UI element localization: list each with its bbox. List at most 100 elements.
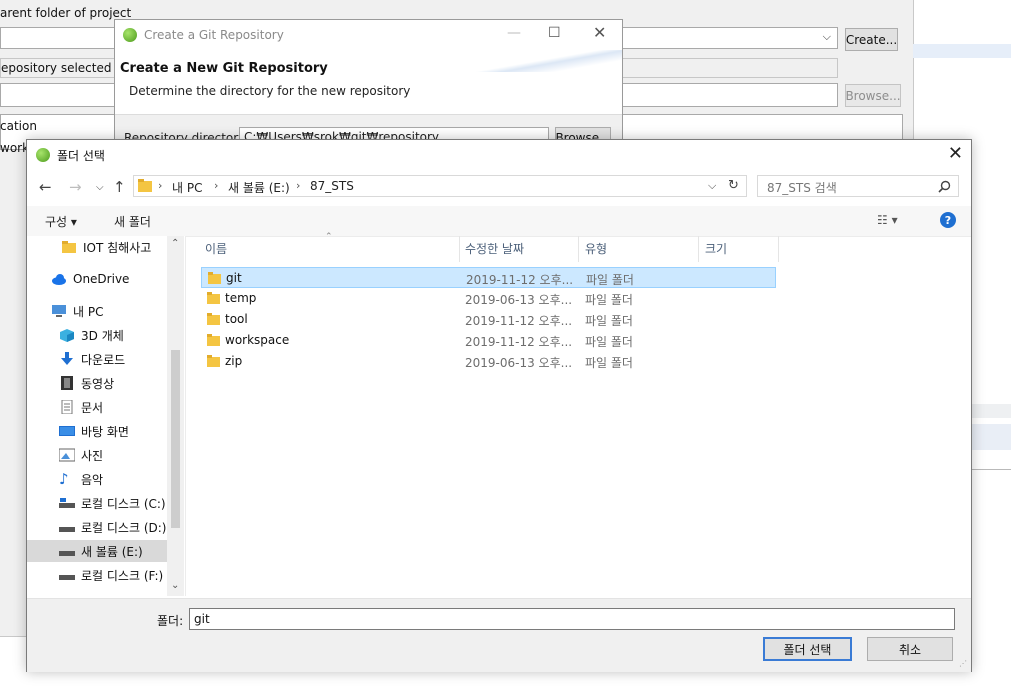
view-options-icon[interactable]: ☷ ▾ — [877, 213, 898, 227]
music-icon: ♪ — [59, 470, 69, 488]
breadcrumb-item[interactable]: 내 PC — [172, 179, 202, 196]
breadcrumb-separator: › — [214, 179, 219, 192]
drive-icon — [59, 498, 75, 508]
nav-item-label: 로컬 디스크 (C:) — [81, 496, 166, 511]
nav-item-label: 사진 — [81, 448, 104, 463]
column-divider[interactable] — [698, 236, 699, 262]
download-icon — [61, 352, 73, 365]
folder-icon — [207, 334, 220, 346]
search-icon[interactable] — [938, 180, 951, 193]
up-arrow-icon[interactable]: ↑ — [113, 178, 126, 196]
help-icon[interactable]: ? — [940, 212, 956, 228]
breadcrumb-item[interactable]: 87_STS — [310, 179, 354, 193]
back-arrow-icon[interactable]: ← — [39, 178, 52, 196]
nav-scroll-thumb[interactable] — [171, 350, 180, 528]
git-dialog-title: Create a Git Repository — [144, 28, 284, 42]
nav-item-label: 동영상 — [81, 376, 115, 391]
file-row-git[interactable]: git 2019-11-12 오후... 파일 폴더 — [201, 267, 776, 288]
file-date: 2019-11-12 오후... — [465, 314, 573, 328]
nav-item-drive-c[interactable]: 로컬 디스크 (C:) — [27, 492, 167, 514]
column-header-date[interactable]: 수정한 날짜 — [465, 240, 524, 257]
spring-logo-icon — [36, 148, 50, 162]
address-dropdown-icon[interactable]: ⌵ — [708, 179, 716, 193]
nav-item-iot[interactable]: IOT 침해사고 — [27, 236, 167, 258]
nav-item-documents[interactable]: 문서 — [27, 396, 167, 418]
nav-item-pictures[interactable]: 사진 — [27, 444, 167, 466]
picture-icon — [59, 448, 75, 462]
forward-arrow-icon[interactable]: → — [69, 178, 82, 196]
recent-dropdown-icon[interactable]: ⌵ — [96, 182, 104, 193]
file-date: 2019-11-12 오후... — [465, 335, 573, 349]
navigation-pane: IOT 침해사고 OneDrive 내 PC 3D 개체 다운로드 동영상 문서 — [27, 236, 185, 596]
chevron-down-icon: ⌵ — [822, 30, 831, 43]
column-header-size[interactable]: 크기 — [705, 240, 727, 257]
nav-item-label: 로컬 디스크 (D:) — [81, 520, 167, 535]
cancel-button[interactable]: 취소 — [867, 637, 953, 661]
breadcrumb-item[interactable]: 새 볼륨 (E:) — [228, 179, 290, 196]
column-divider[interactable] — [459, 236, 460, 262]
folder-dialog-titlebar: 폴더 선택 ✕ — [27, 140, 971, 170]
close-icon[interactable]: ✕ — [593, 23, 606, 42]
nav-item-label: IOT 침해사고 — [83, 240, 152, 255]
maximize-icon[interactable]: ☐ — [548, 25, 561, 41]
file-type: 파일 폴더 — [585, 314, 633, 328]
file-name: workspace — [225, 333, 290, 347]
folder-name-input[interactable]: git — [189, 608, 955, 630]
scroll-up-icon[interactable]: ⌃ — [171, 238, 179, 249]
cube-icon — [60, 329, 74, 342]
nav-item-label: OneDrive — [73, 272, 130, 286]
organize-button[interactable]: 구성 ▾ — [45, 213, 77, 230]
nav-item-videos[interactable]: 동영상 — [27, 372, 167, 394]
refresh-icon[interactable]: ↻ — [728, 178, 739, 193]
nav-item-desktop[interactable]: 바탕 화면 — [27, 420, 167, 442]
column-divider[interactable] — [578, 236, 579, 262]
nav-item-drive-d[interactable]: 로컬 디스크 (D:) — [27, 516, 167, 538]
nav-item-drive-f[interactable]: 로컬 디스크 (F:) — [27, 564, 167, 586]
spring-logo-icon — [123, 28, 137, 42]
nav-item-my-pc[interactable]: 내 PC — [27, 300, 167, 322]
nav-item-music[interactable]: ♪ 음악 — [27, 468, 167, 490]
column-header-name[interactable]: 이름 — [205, 240, 227, 257]
file-type: 파일 폴더 — [585, 293, 633, 307]
folder-icon — [208, 272, 221, 284]
close-icon[interactable]: ✕ — [948, 143, 963, 164]
breadcrumb-separator: › — [158, 179, 163, 192]
scroll-down-icon[interactable]: ⌄ — [171, 580, 179, 591]
file-name: temp — [225, 291, 257, 305]
minimize-icon[interactable]: — — [507, 25, 521, 41]
parent-folder-label: arent folder of project — [0, 6, 132, 20]
desktop-icon — [59, 426, 75, 436]
file-row-zip[interactable]: zip 2019-06-13 오후... 파일 폴더 — [201, 351, 776, 372]
nav-item-label: 바탕 화면 — [81, 424, 129, 439]
file-type: 파일 폴더 — [586, 273, 634, 287]
git-dialog-titlebar: Create a Git Repository — ☐ ✕ — [115, 20, 622, 50]
git-dialog-heading: Create a New Git Repository — [120, 61, 328, 76]
background-browse-button[interactable]: Browse... — [845, 84, 901, 107]
file-date: 2019-06-13 오후... — [465, 293, 573, 307]
address-bar[interactable]: › 내 PC › 새 볼륨 (E:) › 87_STS ⌵ ↻ — [133, 175, 747, 197]
location-label: cation — [0, 119, 37, 133]
file-row-workspace[interactable]: workspace 2019-11-12 오후... 파일 폴더 — [201, 330, 776, 351]
banner-decoration — [475, 50, 622, 72]
column-divider[interactable] — [778, 236, 779, 262]
column-header-type[interactable]: 유형 — [585, 240, 607, 257]
nav-item-3d[interactable]: 3D 개체 — [27, 324, 167, 346]
nav-item-downloads[interactable]: 다운로드 — [27, 348, 167, 370]
command-bar: 구성 ▾ 새 폴더 ☷ ▾ ? — [27, 206, 971, 237]
file-name: tool — [225, 312, 248, 326]
create-button[interactable]: Create... — [845, 28, 898, 51]
select-folder-button[interactable]: 폴더 선택 — [763, 637, 852, 661]
file-row-temp[interactable]: temp 2019-06-13 오후... 파일 폴더 — [201, 288, 776, 309]
file-date: 2019-11-12 오후... — [466, 273, 574, 287]
nav-item-label: 음악 — [81, 472, 104, 487]
nav-item-drive-e[interactable]: 새 볼륨 (E:) — [27, 540, 167, 562]
document-icon — [61, 400, 73, 414]
nav-item-label: 다운로드 — [81, 352, 126, 367]
file-row-tool[interactable]: tool 2019-11-12 오후... 파일 폴더 — [201, 309, 776, 330]
file-date: 2019-06-13 오후... — [465, 356, 573, 370]
resize-grip-icon[interactable]: ⋰ — [959, 659, 967, 668]
drive-icon — [59, 575, 75, 580]
new-folder-button[interactable]: 새 폴더 — [114, 213, 151, 230]
search-box[interactable]: 87_STS 검색 — [757, 175, 959, 197]
nav-item-onedrive[interactable]: OneDrive — [27, 268, 167, 290]
